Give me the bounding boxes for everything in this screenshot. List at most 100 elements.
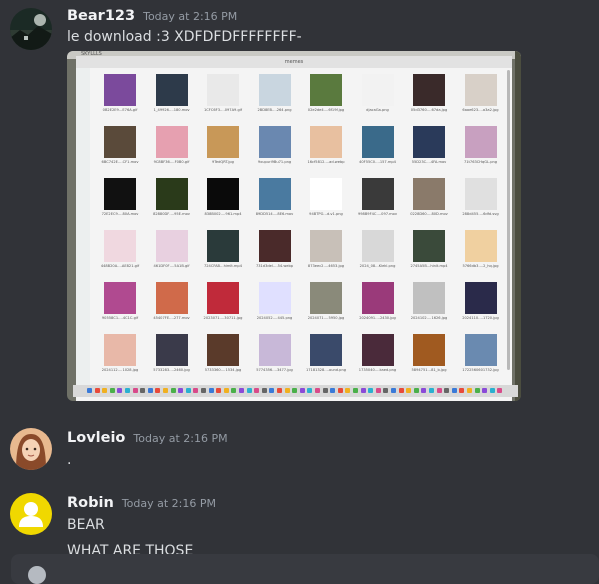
file-item[interactable]: 90558C1….4C1C.gif: [92, 280, 144, 328]
file-item[interactable]: 2024091….2430.jpg: [350, 280, 402, 328]
file-item[interactable]: 16cf5812….ad.webp: [298, 124, 350, 172]
dock-app-icon: [94, 388, 100, 393]
file-item[interactable]: 1_49926….180.mov: [144, 72, 196, 120]
file-item[interactable]: 89DD514….8E6.mov: [247, 176, 299, 224]
file-item[interactable]: 724CFAB…himlt.mp4: [195, 228, 247, 276]
file-item[interactable]: 873eec2….4653.jpg: [298, 228, 350, 276]
dock-app-icon: [102, 388, 108, 393]
file-item[interactable]: 0B2E2E9…E76A.gif: [92, 72, 144, 120]
file-item[interactable]: 2024071….5950.jpg: [298, 280, 350, 328]
file-name: 89DD514….8E6.mov: [255, 212, 294, 216]
file-item[interactable]: 71t763CHqGL.png: [453, 124, 505, 172]
file-item[interactable]: 838B002….961.mp4: [195, 176, 247, 224]
finder-window-title: memes: [76, 56, 512, 68]
file-thumbnail: [413, 334, 445, 366]
file-item[interactable]: 5733283….2460.jpg: [144, 332, 196, 380]
anime-girl-avatar-icon[interactable]: [10, 428, 52, 470]
file-item[interactable]: 94BTPG…d-v1.png: [298, 176, 350, 224]
file-name: 94BTPG…d-v1.png: [309, 212, 343, 216]
username-label[interactable]: Robin: [67, 495, 114, 511]
file-item[interactable]: djacaGa.png: [350, 72, 402, 120]
file-name: 17181328….ound.png: [305, 368, 347, 372]
mac-dock: [73, 385, 518, 397]
file-thumbnail: [310, 282, 342, 314]
file-thumbnail: [413, 230, 445, 262]
file-name: 2024_08…Klekl.png: [359, 264, 396, 268]
file-item[interactable]: 448B20A….AE821.gif: [92, 228, 144, 276]
file-thumbnail: [464, 126, 497, 158]
file-item[interactable]: 9TedQRT.jpg: [195, 124, 247, 172]
message-lovleio: Lovleio Today at 2:16 PM .: [0, 425, 599, 485]
dock-app-icon: [193, 388, 199, 393]
image-attachment[interactable]: memes 0B2E2E9…E76A.gif 1_49926….180.mov 1C…: [67, 51, 521, 401]
file-name: 2023071….30711.jpg: [203, 316, 243, 320]
file-item[interactable]: 6aae623….a3a2.jpg: [453, 72, 505, 120]
file-name: 45407FE….277.mov: [153, 316, 190, 320]
dock-app-icon: [406, 388, 412, 393]
file-item[interactable]: 45407FE….277.mov: [144, 280, 196, 328]
dock-app-icon: [398, 388, 404, 393]
file-thumbnail: [464, 230, 497, 262]
file-item[interactable]: 1735040….kaed.png: [350, 332, 402, 380]
file-item[interactable]: 5733360….1534.jpg: [195, 332, 247, 380]
finder-scrollbar: [507, 70, 510, 370]
username-bear123[interactable]: Bear123 Today at 2:16 PM: [67, 8, 237, 24]
file-item[interactable]: 2745A5B…hinlt.mp4: [401, 228, 453, 276]
file-item[interactable]: 72E2EC9….80A.mov: [92, 176, 144, 224]
dock-app-icon: [383, 388, 389, 393]
file-thumbnail: [413, 74, 445, 106]
default-user-avatar-icon[interactable]: [10, 493, 52, 535]
dock-app-icon: [337, 388, 343, 393]
night-landscape-avatar-icon[interactable]: [10, 8, 52, 50]
file-item[interactable]: 998B9F4C….097.mov: [350, 176, 402, 224]
file-name: djacaGa.png: [366, 108, 389, 112]
file-item[interactable]: 2024110….1720.jpg: [453, 280, 505, 328]
message-composer[interactable]: [11, 554, 599, 584]
file-item[interactable]: 2024_08…Klekl.png: [350, 228, 402, 276]
file-item[interactable]: 1722560601732.jpg: [453, 332, 505, 380]
file-item[interactable]: 9xupuri9Bu71.png: [247, 124, 299, 172]
file-item[interactable]: 2024102….1626.jpg: [401, 280, 453, 328]
file-name: 5774356….3477.jpg: [256, 368, 293, 372]
file-item[interactable]: 5766db3….2_hq.jpg: [453, 228, 505, 276]
dock-app-icon: [368, 388, 374, 393]
file-thumbnail: [464, 282, 497, 314]
file-thumbnail: [155, 178, 188, 210]
username-lovleio[interactable]: Lovleio Today at 2:16 PM: [67, 430, 228, 446]
dock-app-icon: [254, 388, 260, 393]
file-item[interactable]: 5774356….3477.jpg: [247, 332, 299, 380]
file-item[interactable]: 2023071….30711.jpg: [195, 280, 247, 328]
file-item[interactable]: 05d3760….67da.jpg: [401, 72, 453, 120]
file-item[interactable]: 40F55C0….157.mp4: [350, 124, 402, 172]
file-item[interactable]: 1CFC6F3….097A9.gif: [195, 72, 247, 120]
file-item[interactable]: 288d455….6dfd.svg: [453, 176, 505, 224]
file-item[interactable]: 17181328….ound.png: [298, 332, 350, 380]
dock-app-icon: [155, 388, 161, 393]
file-thumbnail: [258, 178, 291, 210]
file-name: 0228D60….80D.mov: [410, 212, 448, 216]
file-item[interactable]: 9C8BF36….F0B0.gif: [144, 124, 196, 172]
dock-app-icon: [269, 388, 275, 393]
file-item[interactable]: 6BC742E….CF1.mov: [92, 124, 144, 172]
file-item[interactable]: 5894751…81_b.jpg: [401, 332, 453, 380]
file-name: 2024102….1626.jpg: [410, 316, 448, 320]
file-item[interactable]: 2024052….445.png: [247, 280, 299, 328]
username-label[interactable]: Bear123: [67, 8, 135, 24]
file-item[interactable]: 461DF0F….5A1B.gif: [144, 228, 196, 276]
file-item[interactable]: 82880DF….95E.mov: [144, 176, 196, 224]
username-label[interactable]: Lovleio: [67, 430, 125, 446]
file-item[interactable]: 731d3del….54.webp: [247, 228, 299, 276]
add-attachment-icon[interactable]: [28, 566, 46, 584]
file-thumbnail: [155, 230, 188, 262]
file-thumbnail: [104, 74, 136, 106]
file-item[interactable]: 0228D60….80D.mov: [401, 176, 453, 224]
file-item[interactable]: 02e2de4….6f19f.jpg: [298, 72, 350, 120]
file-item[interactable]: 55D23C….4FA.mov: [401, 124, 453, 172]
dock-app-icon: [299, 388, 305, 393]
timestamp: Today at 2:16 PM: [133, 432, 228, 445]
file-item[interactable]: 2024112….1028.jpg: [92, 332, 144, 380]
username-robin[interactable]: Robin Today at 2:16 PM: [67, 495, 216, 511]
file-thumbnail: [258, 74, 291, 106]
file-item[interactable]: 2BD8EB….264.png: [247, 72, 299, 120]
dock-app-icon: [474, 388, 480, 393]
